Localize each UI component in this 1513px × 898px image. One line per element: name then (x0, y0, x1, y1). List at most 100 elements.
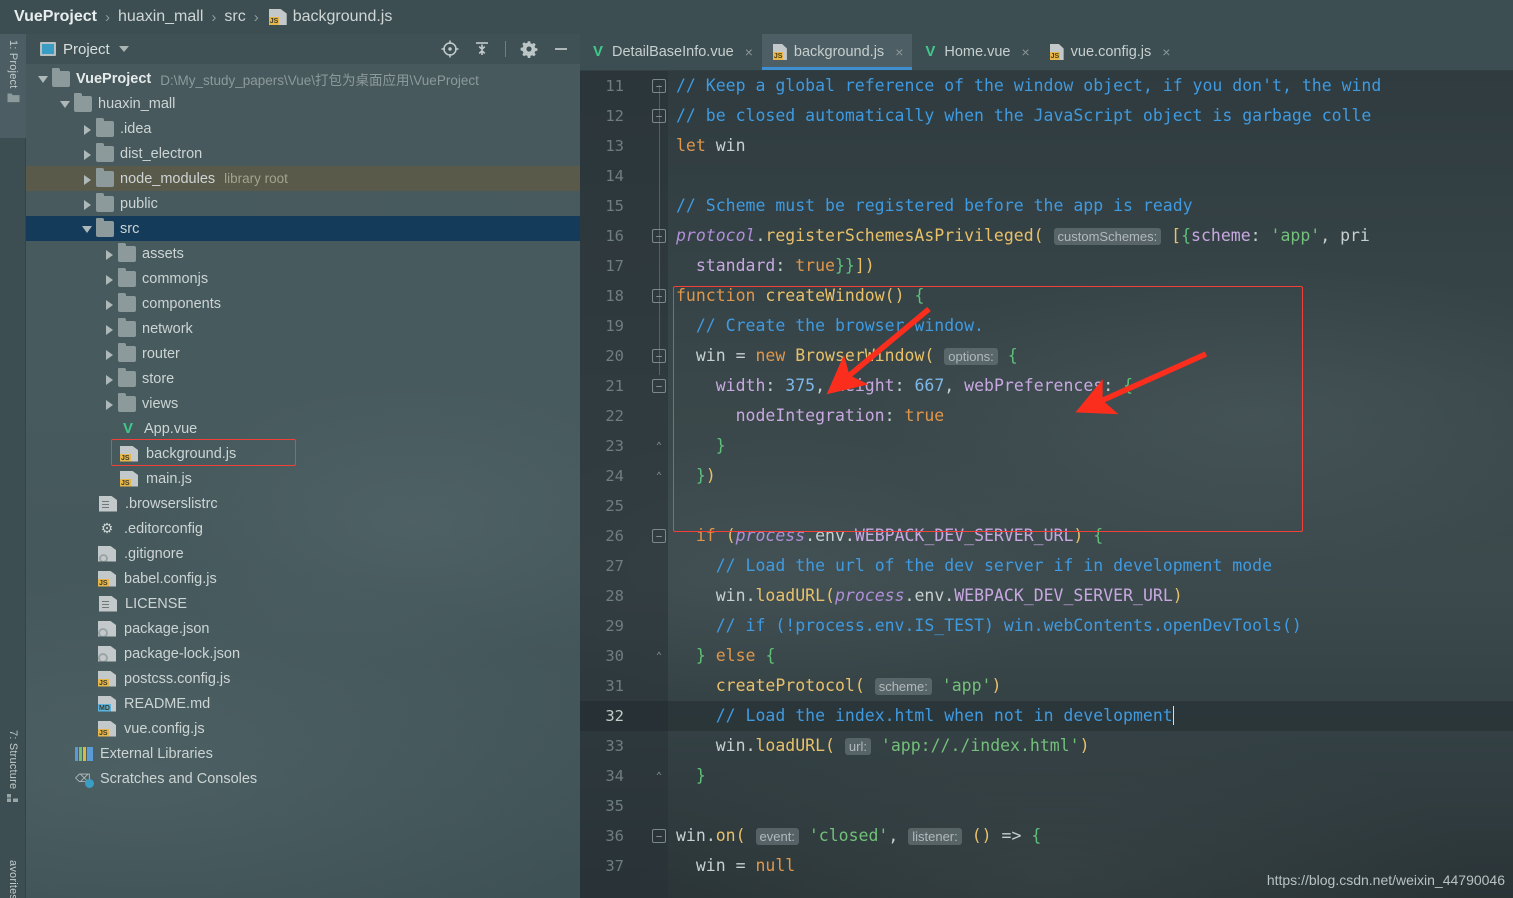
chevron-down-icon[interactable] (80, 222, 94, 236)
chevron-right-icon[interactable] (80, 147, 94, 161)
editor-tab-background-js[interactable]: JS background.js × (761, 34, 913, 70)
code-line: 31 createProtocol( scheme: 'app') (580, 671, 1513, 701)
minimize-icon[interactable] (552, 40, 570, 58)
tree-row[interactable]: JS vue.config.js (26, 716, 580, 741)
code-editor[interactable]: 11 // Keep a global reference of the wind… (580, 71, 1513, 898)
tree-row[interactable]: ⌫ Scratches and Consoles (26, 766, 580, 791)
fold-toggle-icon[interactable] (652, 469, 666, 483)
code-text: // if (!process.env.IS_TEST) win.webCont… (715, 616, 1302, 635)
tree-row[interactable]: node_modules library root (26, 166, 580, 191)
tree-row[interactable]: VueProject D:\My_study_papers\Vue\打包为桌面应用… (26, 66, 580, 91)
chevron-right-icon[interactable] (102, 297, 116, 311)
collapse-all-icon[interactable] (473, 40, 491, 58)
folder-icon (118, 317, 136, 337)
fold-toggle-icon[interactable] (652, 439, 666, 453)
fold-toggle-icon[interactable] (652, 349, 666, 363)
tree-row[interactable]: public (26, 191, 580, 216)
tree-row[interactable]: JS main.js (26, 466, 580, 491)
tree-row[interactable]: network (26, 316, 580, 341)
tree-row[interactable]: MD README.md (26, 691, 580, 716)
line-number: 30 (605, 647, 624, 665)
locate-in-tree-icon[interactable] (441, 40, 459, 58)
code-text: } else { (695, 646, 776, 665)
tree-row-label: External Libraries (100, 745, 213, 762)
line-number: 31 (605, 677, 624, 695)
code-text: nodeIntegration: true (735, 406, 945, 425)
chevron-right-icon[interactable] (102, 322, 116, 336)
tree-row[interactable]: huaxin_mall (26, 91, 580, 116)
fold-toggle-icon[interactable] (652, 289, 666, 303)
line-number: 11 (605, 77, 624, 95)
tree-row[interactable]: package.json (26, 616, 580, 641)
fold-toggle-icon[interactable] (652, 829, 666, 843)
tree-row[interactable]: JS postcss.config.js (26, 666, 580, 691)
tree-row[interactable]: ⚙ .editorconfig (26, 516, 580, 541)
tree-row-note: library root (224, 171, 288, 186)
close-icon[interactable]: × (1162, 45, 1170, 59)
breadcrumb-label: huaxin_mall (118, 8, 204, 25)
tree-row-label: background.js (146, 445, 237, 462)
tool-tab-structure-label: 7: Structure (7, 730, 19, 790)
breadcrumb-item-huaxin-mall[interactable]: huaxin_mall (118, 8, 203, 26)
tree-row[interactable]: router (26, 341, 580, 366)
folder-icon (118, 392, 136, 412)
fold-toggle-icon[interactable] (652, 649, 666, 663)
tree-row[interactable]: assets (26, 241, 580, 266)
close-icon[interactable]: × (1021, 45, 1029, 59)
chevron-right-icon[interactable] (102, 247, 116, 261)
editor-area: V DetailBaseInfo.vue × JS background.js × V Hom… (580, 34, 1513, 898)
tree-row[interactable]: .browserslistrc (26, 491, 580, 516)
chevron-right-icon[interactable] (102, 397, 116, 411)
fold-toggle-icon[interactable] (652, 109, 666, 123)
tree-row[interactable]: components (26, 291, 580, 316)
editor-tab-vue-config-js[interactable]: JS vue.config.js × (1039, 34, 1180, 70)
tree-row[interactable]: V App.vue (26, 416, 580, 441)
chevron-down-icon[interactable] (58, 97, 72, 111)
tree-row-label: .browserslistrc (125, 495, 218, 512)
close-icon[interactable]: × (895, 45, 903, 59)
breadcrumb-item-vueproject[interactable]: VueProject (14, 8, 97, 26)
project-file-tree[interactable]: VueProject D:\My_study_papers\Vue\打包为桌面应用… (26, 64, 580, 898)
close-icon[interactable]: × (745, 45, 753, 59)
tree-row[interactable]: JS babel.config.js (26, 566, 580, 591)
fold-toggle-icon[interactable] (652, 229, 666, 243)
fold-toggle-icon[interactable] (652, 79, 666, 93)
tree-row[interactable]: LICENSE (26, 591, 580, 616)
gear-icon[interactable] (520, 40, 538, 58)
tool-tab-favorites[interactable]: avorites (0, 854, 26, 898)
fold-toggle-icon[interactable] (652, 379, 666, 393)
fold-toggle-icon[interactable] (652, 769, 666, 783)
tree-row[interactable]: package-lock.json (26, 641, 580, 666)
tree-row[interactable]: .gitignore (26, 541, 580, 566)
tree-row[interactable]: .idea (26, 116, 580, 141)
tree-row[interactable]: External Libraries (26, 741, 580, 766)
external-libraries-icon (75, 746, 93, 761)
chevron-right-icon[interactable] (80, 122, 94, 136)
code-line: 14 (580, 161, 1513, 191)
breadcrumb-item-background-js[interactable]: JS background.js (267, 8, 392, 26)
js-file-icon: JS (120, 470, 138, 487)
tree-row[interactable]: store (26, 366, 580, 391)
chevron-right-icon[interactable] (80, 197, 94, 211)
breadcrumb-item-src[interactable]: src (224, 8, 245, 26)
tree-row[interactable]: src (26, 216, 580, 241)
arrow-spacer (80, 597, 94, 611)
chevron-right-icon[interactable] (102, 272, 116, 286)
code-line: 16 protocol.registerSchemesAsPrivileged( … (580, 221, 1513, 251)
editor-tab-home-vue[interactable]: V Home.vue × (912, 34, 1038, 70)
editor-tab-detailbaseinfo-vue[interactable]: V DetailBaseInfo.vue × (580, 34, 762, 70)
tree-row[interactable]: dist_electron (26, 141, 580, 166)
chevron-down-icon[interactable] (36, 72, 50, 86)
tree-row[interactable]: views (26, 391, 580, 416)
tree-row[interactable]: commonjs (26, 266, 580, 291)
json-badge (98, 627, 108, 637)
tool-tab-project[interactable]: 1: Project (0, 34, 26, 138)
tree-row[interactable]: JS background.js (26, 441, 580, 466)
fold-toggle-icon[interactable] (652, 529, 666, 543)
code-text: // Create the browser window. (695, 316, 984, 335)
tool-tab-structure[interactable]: 7: Structure (0, 724, 26, 812)
chevron-down-icon[interactable] (118, 46, 129, 52)
chevron-right-icon[interactable] (80, 172, 94, 186)
chevron-right-icon[interactable] (102, 372, 116, 386)
chevron-right-icon[interactable] (102, 347, 116, 361)
